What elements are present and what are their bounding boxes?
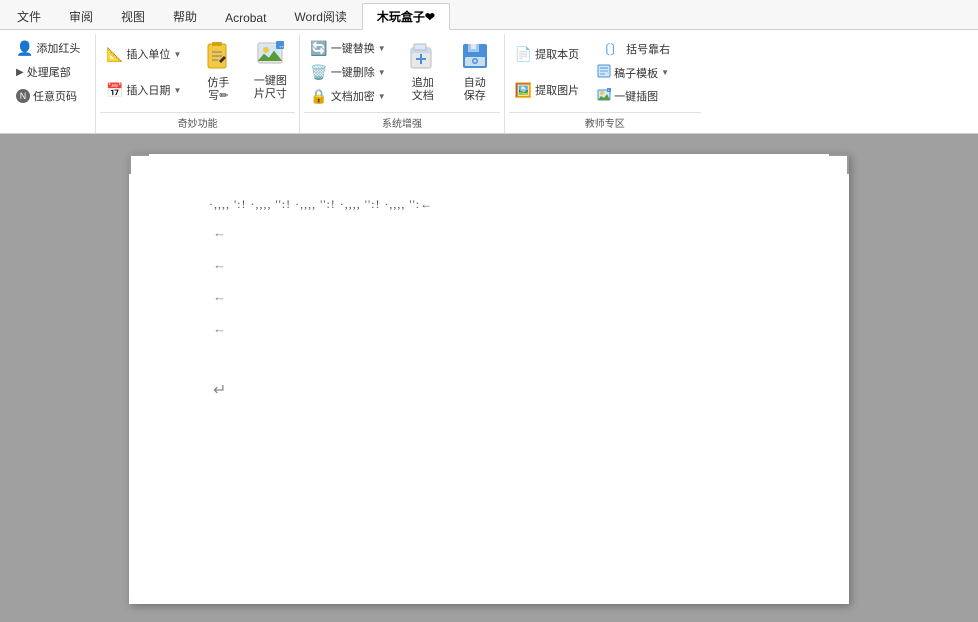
- insert-date-icon: 📅: [106, 82, 123, 99]
- extract-image-button[interactable]: 🖼️ 提取图片: [509, 79, 585, 102]
- any-page-code-button[interactable]: N 任意页码: [10, 85, 86, 107]
- insert-unit-icon: 📐: [106, 46, 123, 63]
- section-system-enhance-label: 系统增强: [304, 112, 499, 133]
- process-tail-button[interactable]: ▶ 处理尾部: [10, 61, 86, 83]
- user-icon: 👤: [16, 40, 33, 57]
- one-delete-button[interactable]: 🗑️ 一键删除 ▼: [304, 61, 391, 84]
- draft-template-button[interactable]: 稿子模板 ▼: [591, 61, 676, 84]
- extract-page-icon: 📄: [515, 46, 532, 63]
- doc-text-1: ·,,,, ':! ·,,,, '':! ·,,,, '':! ·,,,, ''…: [209, 194, 433, 216]
- faux-write-button[interactable]: 仿手写✏: [193, 36, 243, 108]
- auto-save-label: 自动保存: [464, 77, 486, 103]
- page-corner-top-left: [129, 154, 149, 174]
- auto-save-button[interactable]: 自动保存: [450, 36, 500, 108]
- one-insert-icon: +: [597, 88, 611, 105]
- section-teacher-zone: 📄 提取本页 🖼️ 提取图片 〔〕 括号靠右: [505, 34, 705, 133]
- one-replace-icon: 🔄: [310, 40, 327, 57]
- section-system-enhance-top: 🔄 一键替换 ▼ 🗑️ 一键删除 ▼ 🔒 文档加密 ▼: [304, 36, 499, 108]
- tab-word-reader[interactable]: Word阅读: [281, 3, 359, 29]
- system-small-buttons: 🔄 一键替换 ▼ 🗑️ 一键删除 ▼ 🔒 文档加密 ▼: [304, 36, 391, 108]
- left-tools-buttons: 👤 添加红头 ▶ 处理尾部 N 任意页码: [10, 36, 86, 108]
- svg-text:↔: ↔: [278, 43, 284, 50]
- one-delete-icon: 🗑️: [310, 64, 327, 81]
- arrow-right-icon: ▶: [16, 67, 24, 78]
- one-key-size-icon: ↔: [256, 41, 284, 73]
- doc-line-2: ←: [209, 218, 769, 248]
- document-area: ·,,,, ':! ·,,,, '':! ·,,,, '':! ·,,,, ''…: [0, 134, 978, 622]
- add-archive-icon: [408, 41, 438, 75]
- tab-acrobat[interactable]: Acrobat: [212, 6, 279, 29]
- teacher-small-left: 📄 提取本页 🖼️ 提取图片: [509, 36, 585, 108]
- paragraph-mark-2: ←: [213, 221, 226, 244]
- page-code-icon: N: [16, 89, 30, 103]
- one-key-size-button[interactable]: ↔ 一键图片尺寸: [245, 36, 295, 106]
- page-corner-top-right: [829, 154, 849, 174]
- qimiao-small-buttons: 📐 插入单位 ▼ 📅 插入日期 ▼: [100, 36, 187, 108]
- extract-image-icon: 🖼️: [515, 82, 532, 99]
- extract-page-button[interactable]: 📄 提取本页: [509, 43, 585, 66]
- doc-line-4: ←: [209, 282, 769, 312]
- one-replace-button[interactable]: 🔄 一键替换 ▼: [304, 37, 391, 60]
- tab-file[interactable]: 文件: [4, 3, 54, 29]
- doc-line-6: ↵: [209, 346, 769, 406]
- bracket-right-icon: 〔〕: [597, 39, 623, 58]
- section-left-tools-top: 👤 添加红头 ▶ 处理尾部 N 任意页码: [10, 36, 91, 108]
- add-archive-label: 追加文档: [412, 77, 434, 103]
- draft-template-dropdown-arrow: ▼: [661, 68, 669, 77]
- paragraph-mark-6: ↵: [213, 377, 226, 406]
- doc-line-1: ·,,,, ':! ·,,,, '':! ·,,,, '':! ·,,,, ''…: [209, 194, 769, 216]
- svg-text:+: +: [608, 88, 610, 92]
- paragraph-mark-5: ←: [213, 317, 226, 340]
- one-replace-dropdown-arrow: ▼: [378, 44, 386, 53]
- doc-encrypt-icon: 🔒: [310, 88, 327, 105]
- insert-date-button[interactable]: 📅 插入日期 ▼: [100, 79, 187, 102]
- tab-view[interactable]: 视图: [108, 3, 158, 29]
- one-insert-button[interactable]: + 一键插图: [591, 85, 676, 108]
- tab-audit[interactable]: 审阅: [56, 3, 106, 29]
- paragraph-mark-3: ←: [213, 253, 226, 276]
- section-system-enhance: 🔄 一键替换 ▼ 🗑️ 一键删除 ▼ 🔒 文档加密 ▼: [300, 34, 504, 133]
- one-delete-dropdown-arrow: ▼: [378, 68, 386, 77]
- section-qimiao-label: 奇妙功能: [100, 112, 295, 133]
- teacher-small-right: 〔〕 括号靠右 稿子模板 ▼: [591, 36, 676, 108]
- doc-line-5: ←: [209, 314, 769, 344]
- add-header-button[interactable]: 👤 添加红头: [10, 37, 86, 60]
- paragraph-mark-4: ←: [213, 285, 226, 308]
- section-qimiao-top: 📐 插入单位 ▼ 📅 插入日期 ▼: [100, 36, 295, 108]
- one-key-size-label: 一键图片尺寸: [254, 75, 287, 101]
- doc-line-3: ←: [209, 250, 769, 280]
- section-qimiao: 📐 插入单位 ▼ 📅 插入日期 ▼: [96, 34, 300, 133]
- tab-help[interactable]: 帮助: [160, 3, 210, 29]
- ribbon: 文件 审阅 视图 帮助 Acrobat Word阅读 木玩盒子❤ 👤 添加红头 …: [0, 0, 978, 134]
- section-teacher-zone-label: 教师专区: [509, 112, 701, 133]
- insert-unit-button[interactable]: 📐 插入单位 ▼: [100, 43, 187, 66]
- insert-unit-dropdown-arrow: ▼: [173, 50, 181, 59]
- bracket-right-button[interactable]: 〔〕 括号靠右: [591, 36, 676, 61]
- doc-encrypt-dropdown-arrow: ▼: [378, 92, 386, 101]
- doc-encrypt-button[interactable]: 🔒 文档加密 ▼: [304, 85, 391, 108]
- auto-save-icon: [460, 41, 490, 75]
- tab-row: 文件 审阅 视图 帮助 Acrobat Word阅读 木玩盒子❤: [0, 0, 978, 30]
- section-teacher-zone-top: 📄 提取本页 🖼️ 提取图片 〔〕 括号靠右: [509, 36, 701, 108]
- document-page: ·,,,, ':! ·,,,, '':! ·,,,, '':! ·,,,, ''…: [129, 154, 849, 604]
- ribbon-content: 👤 添加红头 ▶ 处理尾部 N 任意页码: [0, 30, 978, 133]
- insert-date-dropdown-arrow: ▼: [173, 86, 181, 95]
- faux-write-label: 仿手写✏: [207, 77, 229, 103]
- section-left-tools: 👤 添加红头 ▶ 处理尾部 N 任意页码: [6, 34, 96, 133]
- draft-template-icon: [597, 64, 611, 81]
- tab-fam[interactable]: 木玩盒子❤: [362, 3, 450, 30]
- add-archive-button[interactable]: 追加文档: [398, 36, 448, 108]
- faux-write-icon: [204, 41, 232, 75]
